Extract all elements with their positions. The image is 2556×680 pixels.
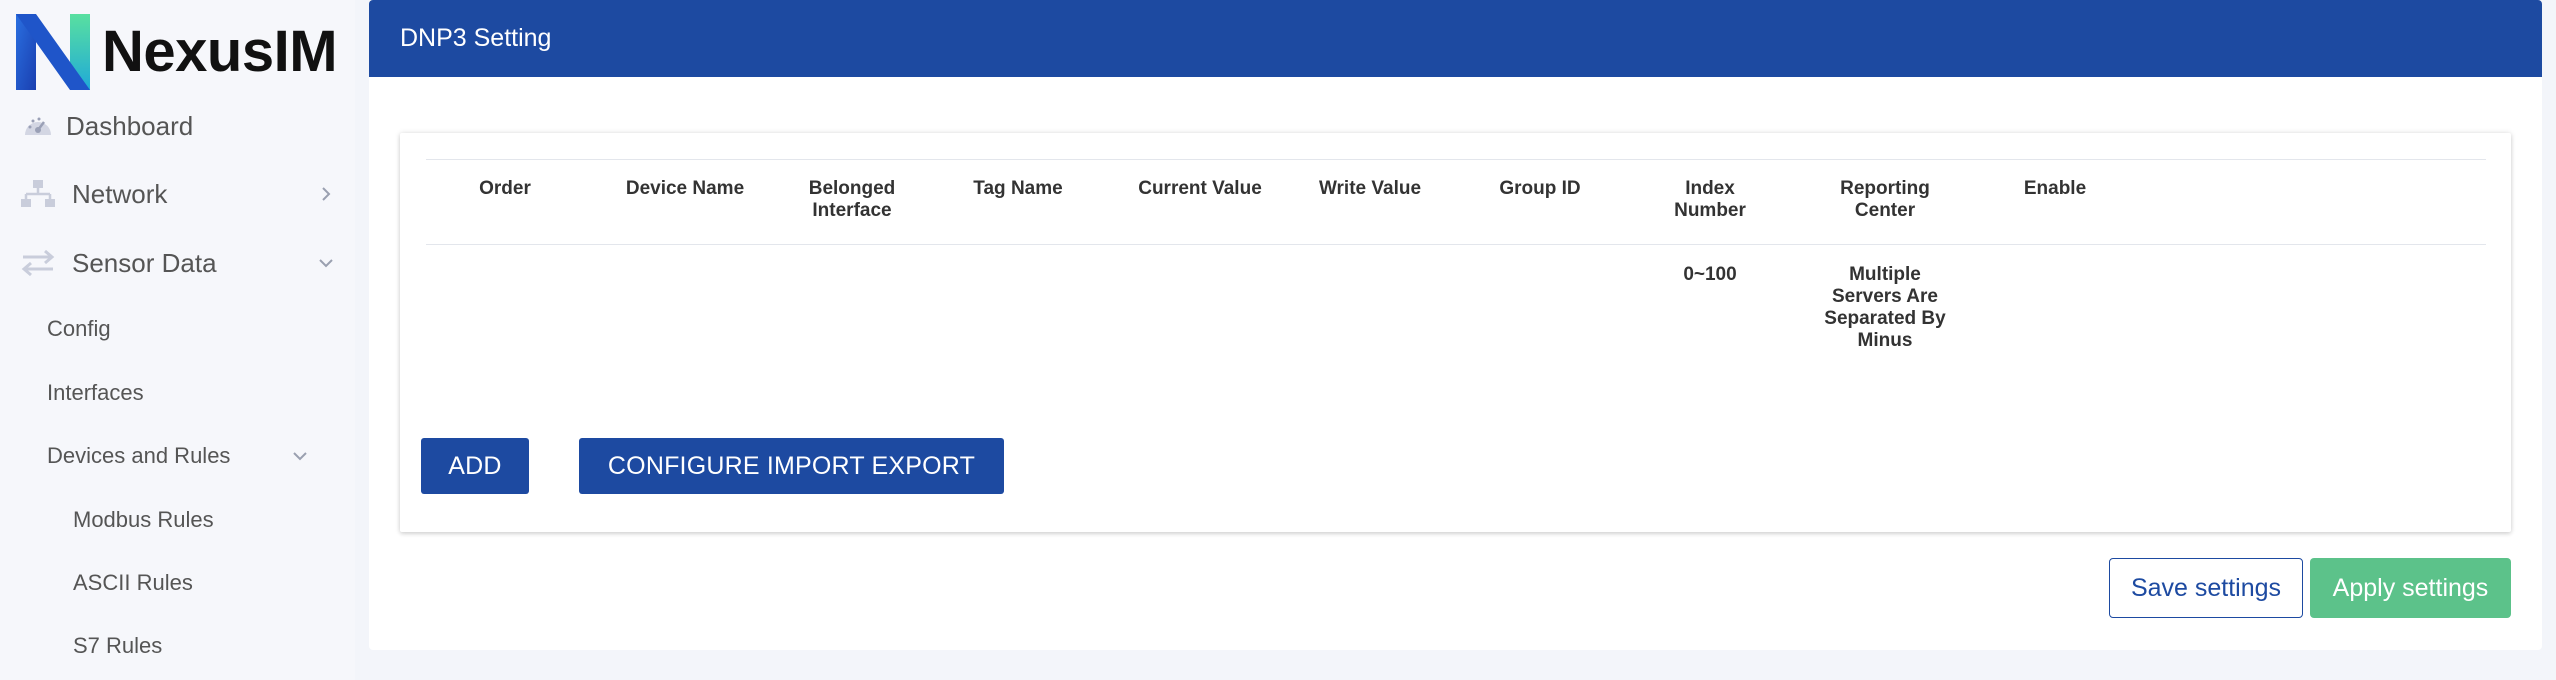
index-number-hint: 0~100 [1683,264,1737,285]
panel-header: DNP3 Setting [369,0,2542,77]
reporting-center-hint: Multiple Servers Are Separated By Minus [1824,264,1946,351]
sidebar-item-config[interactable]: Config [0,313,355,345]
configure-import-export-button[interactable]: CONFIGURE IMPORT EXPORT [579,438,1004,494]
sidebar-item-sensor-data[interactable]: Sensor Data [0,242,355,284]
dashboard-gauge-icon [22,113,54,139]
sidebar-item-dashboard[interactable]: Dashboard [0,105,355,147]
save-settings-button[interactable]: Save settings [2109,558,2303,618]
brand-logo[interactable]: NexusIM [14,10,338,92]
column-header-belonged-interface: Belonged Interface [808,178,896,221]
sidebar-item-ascii-rules[interactable]: ASCII Rules [0,567,355,599]
column-header-reporting-center: Reporting Center [1840,178,1930,221]
column-header-device-name: Device Name [625,178,745,199]
sidebar-item-label: S7 Rules [73,633,163,658]
sidebar-item-label: Modbus Rules [73,507,214,532]
sidebar-item-modbus-rules[interactable]: Modbus Rules [0,504,355,536]
network-icon [21,179,55,209]
sidebar-item-label: Sensor Data [72,247,217,278]
table-top-divider [426,159,2486,160]
apply-settings-button[interactable]: Apply settings [2310,558,2511,618]
column-header-tag-name: Tag Name [973,178,1063,199]
sidebar-item-devices-and-rules[interactable]: Devices and Rules [0,440,355,472]
table-header-divider [426,244,2486,245]
chevron-down-icon [316,253,336,273]
column-header-index-number: Index Number [1674,178,1746,221]
sidebar-item-interfaces[interactable]: Interfaces [0,377,355,409]
sidebar-item-s7-rules[interactable]: S7 Rules [0,630,355,662]
column-header-order: Order [479,178,531,199]
chevron-right-icon [316,184,336,204]
page-title: DNP3 Setting [400,24,552,52]
column-header-group-id: Group ID [1499,178,1581,199]
column-header-enable: Enable [2023,178,2087,199]
sidebar-item-label: Network [72,178,168,209]
sidebar-item-network[interactable]: Network [0,173,355,215]
nexusim-logo-icon [14,10,92,92]
dnp3-table-card: Order Device Name Belonged Interface Tag… [400,133,2511,532]
add-button[interactable]: ADD [421,438,529,494]
sidebar-item-label: ASCII Rules [73,570,193,595]
sidebar: NexusIM Dashboard Network Sensor Data Co… [0,0,355,680]
sidebar-item-label: Interfaces [47,380,144,405]
column-header-write-value: Write Value [1318,178,1422,199]
chevron-down-icon [290,446,310,466]
sidebar-item-label: Devices and Rules [47,443,231,468]
column-header-current-value: Current Value [1138,178,1262,199]
sidebar-item-label: Config [47,316,111,341]
sensor-data-arrows-icon [21,250,55,276]
brand-name: NexusIM [102,18,338,84]
sidebar-item-label: Dashboard [66,110,194,141]
dnp3-setting-panel: DNP3 Setting Order Device Name Belonged … [369,0,2542,650]
